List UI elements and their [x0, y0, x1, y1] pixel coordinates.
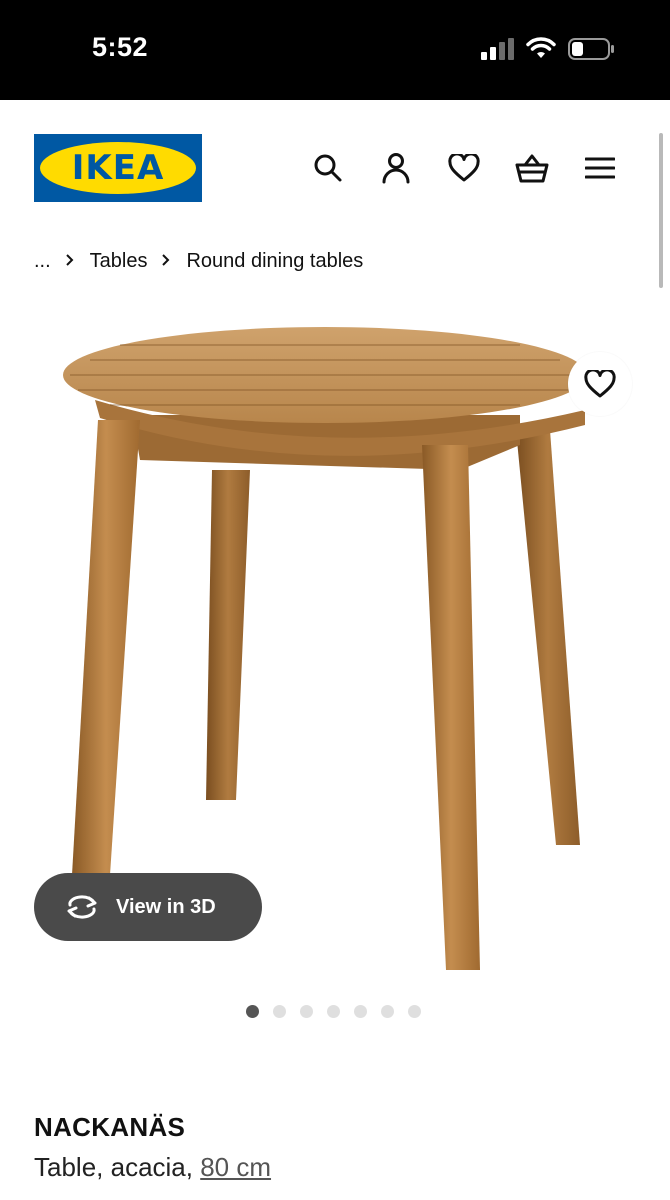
- product-type: Table, acacia,: [34, 1152, 201, 1182]
- account-button[interactable]: [376, 146, 416, 190]
- wifi-icon: [526, 37, 556, 58]
- hamburger-menu-icon: [585, 157, 615, 179]
- menu-button[interactable]: [580, 146, 620, 190]
- status-bar: 5:52: [0, 0, 670, 100]
- carousel-dot[interactable]: [300, 1005, 313, 1018]
- table-leg-front-right: [422, 445, 480, 970]
- breadcrumb-item-tables[interactable]: Tables: [90, 250, 148, 273]
- product-size-link[interactable]: 80 cm: [200, 1152, 271, 1182]
- battery-icon: [568, 38, 614, 60]
- breadcrumb: ... Tables Round dining tables: [34, 247, 363, 275]
- view-in-3d-button[interactable]: View in 3D: [34, 873, 262, 941]
- carousel-dot[interactable]: [381, 1005, 394, 1018]
- breadcrumb-item-round-dining-tables[interactable]: Round dining tables: [186, 250, 363, 273]
- table-leg-back-left: [206, 470, 250, 800]
- table-leg-back-right: [516, 430, 580, 845]
- cart-button[interactable]: [512, 146, 552, 190]
- status-time: 5:52: [92, 32, 149, 62]
- favourites-button[interactable]: [444, 146, 484, 190]
- breadcrumb-ellipsis[interactable]: ...: [34, 250, 51, 273]
- image-carousel-indicator: [246, 1005, 435, 1018]
- heart-icon: [448, 154, 480, 182]
- carousel-dot[interactable]: [246, 1005, 259, 1018]
- heart-icon: [584, 370, 616, 398]
- logo-text: IKEA: [71, 148, 165, 188]
- table-leg-front-left: [72, 420, 140, 875]
- search-icon: [314, 154, 342, 182]
- rotate-3d-icon: [67, 895, 97, 919]
- carousel-dot[interactable]: [408, 1005, 421, 1018]
- product-name: NACKANÄS: [34, 1112, 186, 1142]
- cellular-signal-icon: [481, 38, 514, 60]
- search-button[interactable]: [308, 146, 348, 190]
- carousel-dot[interactable]: [273, 1005, 286, 1018]
- carousel-dot[interactable]: [354, 1005, 367, 1018]
- carousel-dot[interactable]: [327, 1005, 340, 1018]
- chevron-right-icon: [65, 250, 74, 273]
- shopping-bag-icon: [515, 154, 549, 183]
- view-in-3d-label: View in 3D: [116, 895, 216, 918]
- scrollbar[interactable]: [659, 133, 663, 288]
- add-to-favourites-button[interactable]: [568, 352, 632, 416]
- ikea-logo[interactable]: IKEA: [34, 134, 202, 202]
- user-icon: [382, 153, 410, 184]
- chevron-right-icon: [161, 250, 170, 273]
- product-description: Table, acacia, 80 cm: [34, 1152, 271, 1183]
